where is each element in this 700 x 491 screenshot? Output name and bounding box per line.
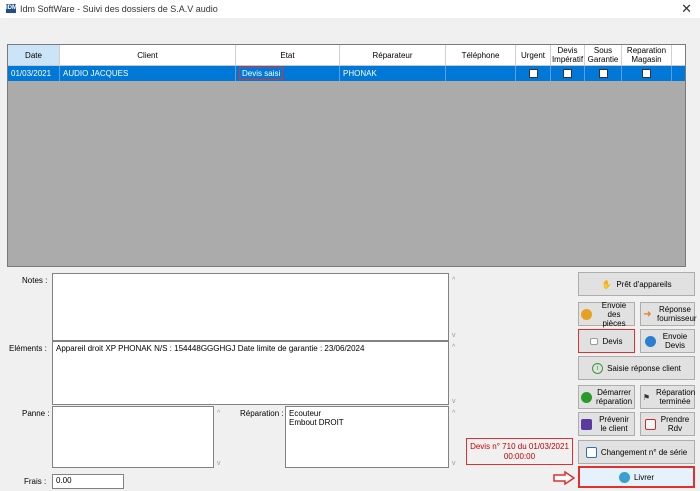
devis-button[interactable]: Devis: [578, 329, 635, 353]
edit-doc-icon: [585, 446, 597, 458]
start-icon: [581, 391, 592, 403]
parts-icon: [581, 308, 592, 320]
notes-scroll-down-icon[interactable]: v: [452, 332, 456, 339]
reparation-scroll-up-icon[interactable]: ^: [452, 410, 455, 417]
cell-reparation-magasin: [622, 66, 672, 81]
cell-etat: Devis saisi: [236, 66, 340, 81]
saisie-reponse-client-button[interactable]: i Saisie réponse client: [578, 356, 695, 380]
cell-sous-garantie: [585, 66, 622, 81]
sous-garantie-checkbox[interactable]: [598, 69, 608, 78]
demarrer-reparation-button[interactable]: Démarrer réparation: [578, 385, 635, 409]
cell-telephone: [446, 66, 516, 81]
handshake-icon: ✋: [601, 279, 612, 289]
envoie-devis-label: Envoie Devis: [662, 332, 688, 350]
demarrer-reparation-label: Démarrer réparation: [596, 388, 633, 406]
col-header-telephone[interactable]: Téléphone: [446, 45, 516, 65]
urgent-checkbox[interactable]: [528, 69, 538, 78]
cell-urgent: [516, 66, 551, 81]
saisie-reponse-client-label: Saisie réponse client: [607, 363, 681, 373]
col-header-client[interactable]: Client: [60, 45, 236, 65]
table-row[interactable]: 01/03/2021 AUDIO JACQUES Devis saisi PHO…: [8, 66, 685, 81]
cell-date: 01/03/2021: [8, 66, 60, 81]
elements-scroll-down-icon[interactable]: v: [452, 398, 456, 405]
devis-label: Devis: [602, 336, 623, 346]
close-icon[interactable]: ✕: [681, 1, 692, 17]
grid-header: Date Client Etat Réparateur Téléphone Ur…: [8, 45, 685, 66]
envoie-pieces-label: Envoie des pièces: [601, 300, 627, 328]
reparation-field[interactable]: Ecouteur Embout DROIT: [285, 406, 449, 468]
changement-serie-label: Changement n° de série: [600, 447, 688, 457]
phone-icon: [581, 418, 592, 430]
pret-appareils-label: Prêt d'appareils: [616, 279, 672, 289]
prevenir-client-button[interactable]: Prévenir le client: [578, 412, 635, 436]
col-header-sous-garantie[interactable]: Sous Garantie: [585, 45, 622, 65]
reparation-line-2: Embout DROIT: [289, 418, 344, 427]
cell-devis-imperatif: [551, 66, 585, 81]
reparation-scroll-down-icon[interactable]: v: [452, 460, 456, 467]
info-icon: i: [592, 362, 604, 374]
panne-field[interactable]: [52, 406, 214, 468]
finish-flag-icon: ⚑: [642, 392, 651, 402]
window-title: Idm SoftWare - Suivi des dossiers de S.A…: [20, 4, 218, 14]
frais-field[interactable]: 0.00: [52, 474, 124, 489]
col-header-devis-imperatif[interactable]: Devis Impératif: [551, 45, 585, 65]
prendre-rdv-label: Prendre Rdv: [660, 415, 690, 433]
send-globe-icon: [645, 335, 656, 347]
devis-imperatif-checkbox[interactable]: [563, 69, 572, 78]
elements-field[interactable]: Appareil droit XP PHONAK N/S : 154448GGG…: [52, 341, 449, 405]
reponse-fournisseur-button[interactable]: ➜ Réponse fournisseur: [640, 302, 697, 326]
col-header-reparateur[interactable]: Réparateur: [340, 45, 446, 65]
col-header-etat[interactable]: Etat: [236, 45, 340, 65]
devis-note-line-2: 00:00:00: [503, 452, 536, 461]
col-header-date[interactable]: Date: [8, 45, 60, 65]
devis-doc-icon: [590, 337, 599, 345]
reparation-line-1: Ecouteur: [289, 409, 322, 418]
panne-label: Panne :: [22, 409, 50, 418]
prevenir-client-label: Prévenir le client: [599, 415, 629, 433]
cell-reparateur: PHONAK: [340, 66, 446, 81]
reponse-fournisseur-label: Réponse fournisseur: [657, 305, 697, 323]
reparation-magasin-checkbox[interactable]: [642, 69, 651, 78]
devis-info-note: Devis n° 710 du 01/03/2021 00:00:00: [466, 438, 573, 465]
envoie-pieces-button[interactable]: Envoie des pièces: [578, 300, 635, 328]
pointer-arrow-icon: [553, 471, 575, 485]
etat-value: Devis saisi: [239, 67, 284, 80]
reparation-label: Réparation :: [240, 409, 284, 418]
title-bar: IDM Idm SoftWare - Suivi des dossiers de…: [0, 0, 700, 18]
prendre-rdv-button[interactable]: Prendre Rdv: [640, 412, 695, 436]
notes-field[interactable]: [52, 273, 449, 341]
livrer-label: Livrer: [633, 472, 654, 482]
reparation-terminee-button[interactable]: ⚑ Réparation terminée: [640, 385, 695, 409]
livrer-button[interactable]: Livrer: [578, 466, 695, 488]
notes-label: Notes :: [22, 276, 48, 285]
col-header-urgent[interactable]: Urgent: [516, 45, 551, 65]
reply-icon: ➜: [643, 308, 652, 320]
panne-scroll-up-icon[interactable]: ^: [217, 410, 220, 417]
elements-label: Eléments :: [9, 344, 47, 353]
frais-label: Frais :: [24, 477, 47, 486]
envoie-devis-button[interactable]: Envoie Devis: [640, 329, 695, 353]
pret-appareils-button[interactable]: ✋ Prêt d'appareils: [578, 272, 695, 296]
calendar-icon: [645, 418, 656, 430]
app-logo-icon: IDM: [6, 4, 17, 13]
changement-serie-button[interactable]: Changement n° de série: [578, 440, 695, 464]
dossiers-grid[interactable]: Date Client Etat Réparateur Téléphone Ur…: [7, 44, 686, 267]
col-header-reparation-magasin[interactable]: Reparation Magasin: [622, 45, 672, 65]
notes-scroll-up-icon[interactable]: ^: [452, 277, 455, 284]
elements-scroll-up-icon[interactable]: ^: [452, 344, 455, 351]
cell-client: AUDIO JACQUES: [60, 66, 236, 81]
deliver-globe-icon: [618, 471, 630, 483]
devis-note-line-1: Devis n° 710 du 01/03/2021: [470, 442, 569, 451]
panne-scroll-down-icon[interactable]: v: [217, 460, 221, 467]
reparation-terminee-label: Réparation terminée: [656, 388, 696, 406]
